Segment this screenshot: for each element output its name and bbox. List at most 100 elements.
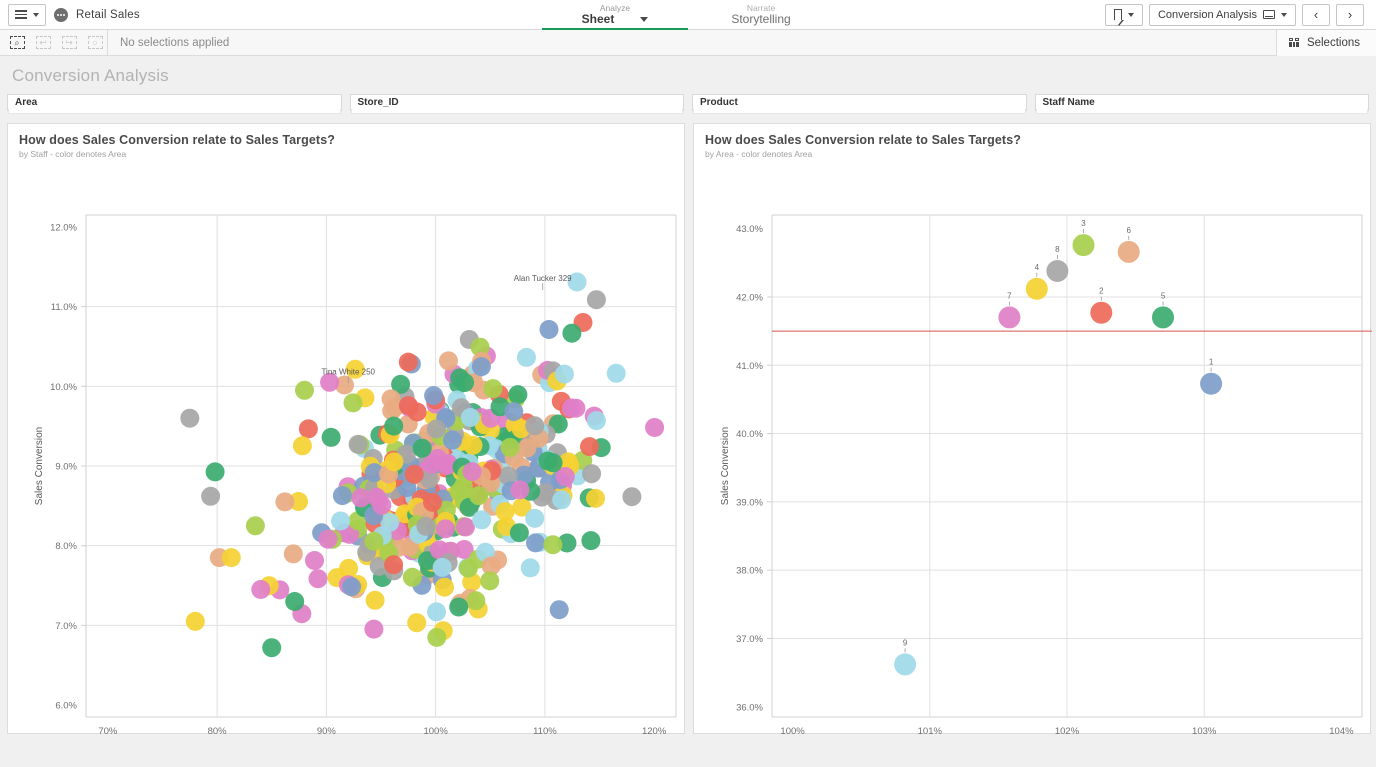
scatter-point[interactable] — [428, 449, 448, 468]
scatter-point[interactable] — [305, 551, 324, 570]
plot-area-staff[interactable]: 6.0% 7.0% 8.0% 9.0% 10.0% 11.0% 12.0% 70% 80% 90%… — [8, 159, 686, 734]
scatter-point[interactable] — [427, 602, 446, 622]
scatter-point[interactable] — [432, 557, 452, 577]
scatter-point[interactable] — [407, 613, 427, 633]
filter-area[interactable]: Area — [7, 94, 342, 114]
scatter-point[interactable] — [424, 386, 444, 406]
scatter-point[interactable] — [458, 558, 478, 578]
scatter-point[interactable] — [262, 638, 282, 658]
scatter-point[interactable] — [586, 411, 606, 431]
scatter-point[interactable] — [343, 393, 363, 413]
scatter-point[interactable] — [471, 357, 491, 377]
bubble-point[interactable] — [894, 653, 917, 676]
scatter-point[interactable] — [586, 290, 606, 310]
main-menu-button[interactable] — [8, 3, 46, 26]
filter-product[interactable]: Product — [692, 94, 1027, 114]
bubble-points-group[interactable]: 3 6 8 4 2 5 7 1 9 — [894, 219, 1223, 676]
scatter-point[interactable] — [508, 385, 528, 405]
scatter-point[interactable] — [552, 490, 572, 510]
scatter-point[interactable] — [543, 535, 563, 555]
scatter-point[interactable] — [426, 419, 446, 439]
scatter-point[interactable] — [469, 486, 489, 506]
scatter-point[interactable] — [561, 398, 581, 418]
scatter-point[interactable] — [348, 434, 368, 454]
bubble-point[interactable] — [1072, 234, 1095, 257]
scatter-point[interactable] — [292, 436, 312, 456]
selections-panel-button[interactable]: Selections — [1275, 29, 1376, 56]
step-forward-tool[interactable]: ↪ — [57, 33, 81, 53]
plot-area-bubble[interactable]: 36.0% 37.0% 38.0% 39.0% 40.0% 41.0% 42.0% 43.0%… — [694, 159, 1372, 734]
tab-analyze-sheet[interactable]: Analyze Sheet — [542, 0, 688, 30]
scatter-point[interactable] — [645, 418, 665, 437]
chart-panel-area-bubble[interactable]: How does Sales Conversion relate to Sale… — [693, 123, 1372, 734]
scatter-point[interactable] — [381, 389, 401, 409]
scatter-point[interactable] — [504, 402, 524, 422]
next-sheet-button[interactable]: › — [1336, 3, 1364, 26]
bubble-point[interactable] — [998, 306, 1021, 329]
bubble-point[interactable] — [1025, 277, 1048, 300]
scatter-point[interactable] — [622, 487, 642, 507]
scatter-point[interactable] — [606, 363, 626, 383]
step-back-tool[interactable]: ↩ — [31, 33, 55, 53]
scatter-point[interactable] — [449, 597, 469, 617]
scatter-point[interactable] — [308, 569, 328, 589]
bookmarks-button[interactable] — [1104, 3, 1143, 27]
scatter-point[interactable] — [510, 480, 530, 500]
scatter-point[interactable] — [251, 580, 271, 599]
scatter-point[interactable] — [463, 435, 483, 455]
scatter-point[interactable] — [331, 511, 351, 531]
scatter-point[interactable] — [298, 419, 318, 439]
scatter-point[interactable] — [318, 529, 338, 549]
scatter-point[interactable] — [554, 364, 574, 384]
bubble-point[interactable] — [1152, 306, 1174, 329]
scatter-point[interactable] — [398, 352, 418, 372]
scatter-point[interactable] — [398, 396, 418, 416]
scatter-point[interactable] — [275, 492, 295, 512]
bubble-point[interactable] — [1117, 240, 1140, 263]
scatter-point[interactable] — [520, 558, 540, 578]
chevron-down-icon[interactable] — [640, 16, 649, 22]
scatter-point[interactable] — [201, 486, 221, 506]
filter-store-id[interactable]: Store_ID — [349, 94, 684, 114]
scatter-point[interactable] — [581, 531, 601, 551]
clear-selections-tool[interactable]: ○ — [83, 33, 107, 53]
scatter-point[interactable] — [245, 516, 265, 536]
scatter-point[interactable] — [285, 592, 305, 611]
sheet-selector-button[interactable]: Conversion Analysis — [1148, 3, 1296, 26]
scatter-point[interactable] — [384, 555, 404, 575]
scatter-point[interactable] — [526, 533, 545, 553]
scatter-point[interactable] — [321, 427, 341, 447]
scatter-point[interactable] — [384, 416, 404, 436]
scatter-point[interactable] — [342, 577, 362, 597]
scatter-svg-area[interactable]: 36.0% 37.0% 38.0% 39.0% 40.0% 41.0% 42.0% 43.0%… — [694, 159, 1372, 734]
scatter-point[interactable] — [586, 488, 605, 508]
scatter-point[interactable] — [180, 408, 200, 428]
scatter-point[interactable] — [480, 571, 500, 591]
scatter-point[interactable] — [525, 508, 545, 528]
scatter-point[interactable] — [580, 437, 599, 457]
scatter-point[interactable] — [539, 320, 559, 339]
scatter-point[interactable] — [365, 590, 385, 610]
scatter-point[interactable] — [582, 464, 602, 484]
scatter-point[interactable] — [364, 531, 384, 551]
scatter-point[interactable] — [483, 379, 503, 399]
scatter-point[interactable] — [372, 495, 392, 515]
chart-panel-staff-scatter[interactable]: How does Sales Conversion relate to Sale… — [7, 123, 685, 734]
scatter-point[interactable] — [460, 408, 480, 427]
previous-sheet-button[interactable]: ‹ — [1302, 3, 1330, 26]
scatter-point[interactable] — [435, 577, 454, 597]
scatter-point[interactable] — [402, 567, 422, 587]
scatter-point[interactable] — [283, 544, 303, 564]
scatter-point[interactable] — [427, 627, 447, 647]
bubble-point[interactable] — [1090, 301, 1113, 324]
scatter-point[interactable] — [332, 486, 352, 506]
scatter-point[interactable] — [549, 600, 569, 620]
bubble-point[interactable] — [1046, 260, 1069, 282]
selection-search-tool[interactable]: ⌕ — [5, 33, 29, 53]
scatter-point[interactable] — [439, 351, 458, 371]
scatter-point[interactable] — [543, 453, 563, 473]
scatter-point[interactable] — [364, 619, 384, 639]
scatter-point[interactable] — [221, 548, 241, 568]
bubble-point[interactable] — [1200, 372, 1223, 395]
scatter-point[interactable] — [525, 416, 545, 436]
